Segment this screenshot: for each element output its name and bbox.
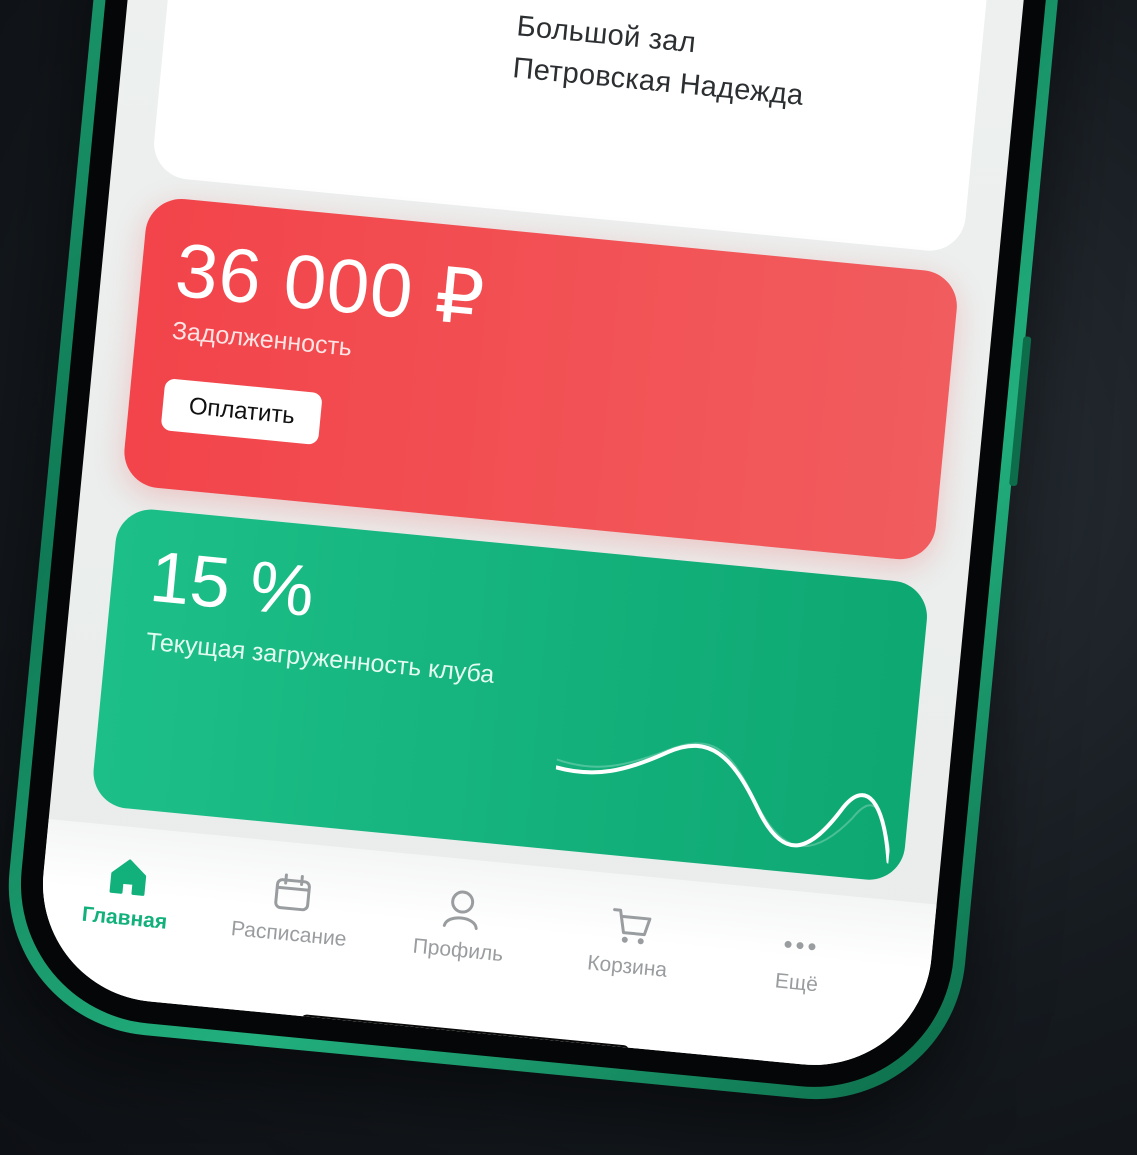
tab-more[interactable]: Ещё <box>721 913 878 1003</box>
tab-profile-label: Профиль <box>411 934 505 967</box>
load-wave-graphic <box>553 742 891 864</box>
phone: Большой зал Петровская Надежда 36 000 ₽ … <box>0 0 1085 1113</box>
coach-name: Петровская Надежда <box>511 52 806 112</box>
load-label: Текущая загруженность клуба <box>144 627 496 689</box>
tab-more-label: Ещё <box>773 969 819 997</box>
profile-icon <box>442 890 478 930</box>
cart-icon <box>613 908 652 945</box>
app-screen: Большой зал Петровская Надежда 36 000 ₽ … <box>32 0 1048 1076</box>
tab-cart-label: Корзина <box>586 951 669 982</box>
calendar-icon <box>274 873 311 912</box>
club-load-card: 15 % Текущая загруженность клуба <box>90 506 931 884</box>
background: Большой зал Петровская Надежда 36 000 ₽ … <box>0 0 1137 1155</box>
tab-home[interactable]: Главная <box>49 848 206 938</box>
tab-cart[interactable]: Корзина <box>551 896 708 986</box>
load-percent: 15 % <box>146 536 318 633</box>
debt-card: 36 000 ₽ Задолженность Оплатить <box>121 195 961 563</box>
pay-button[interactable]: Оплатить <box>160 378 324 446</box>
tab-home-label: Главная <box>80 902 169 934</box>
tab-profile[interactable]: Профиль <box>382 880 539 970</box>
home-icon <box>109 859 147 896</box>
tab-schedule-label: Расписание <box>230 917 348 952</box>
hall-name: Большой зал <box>515 10 698 60</box>
more-icon <box>784 940 816 951</box>
tab-schedule[interactable]: Расписание <box>213 864 370 954</box>
